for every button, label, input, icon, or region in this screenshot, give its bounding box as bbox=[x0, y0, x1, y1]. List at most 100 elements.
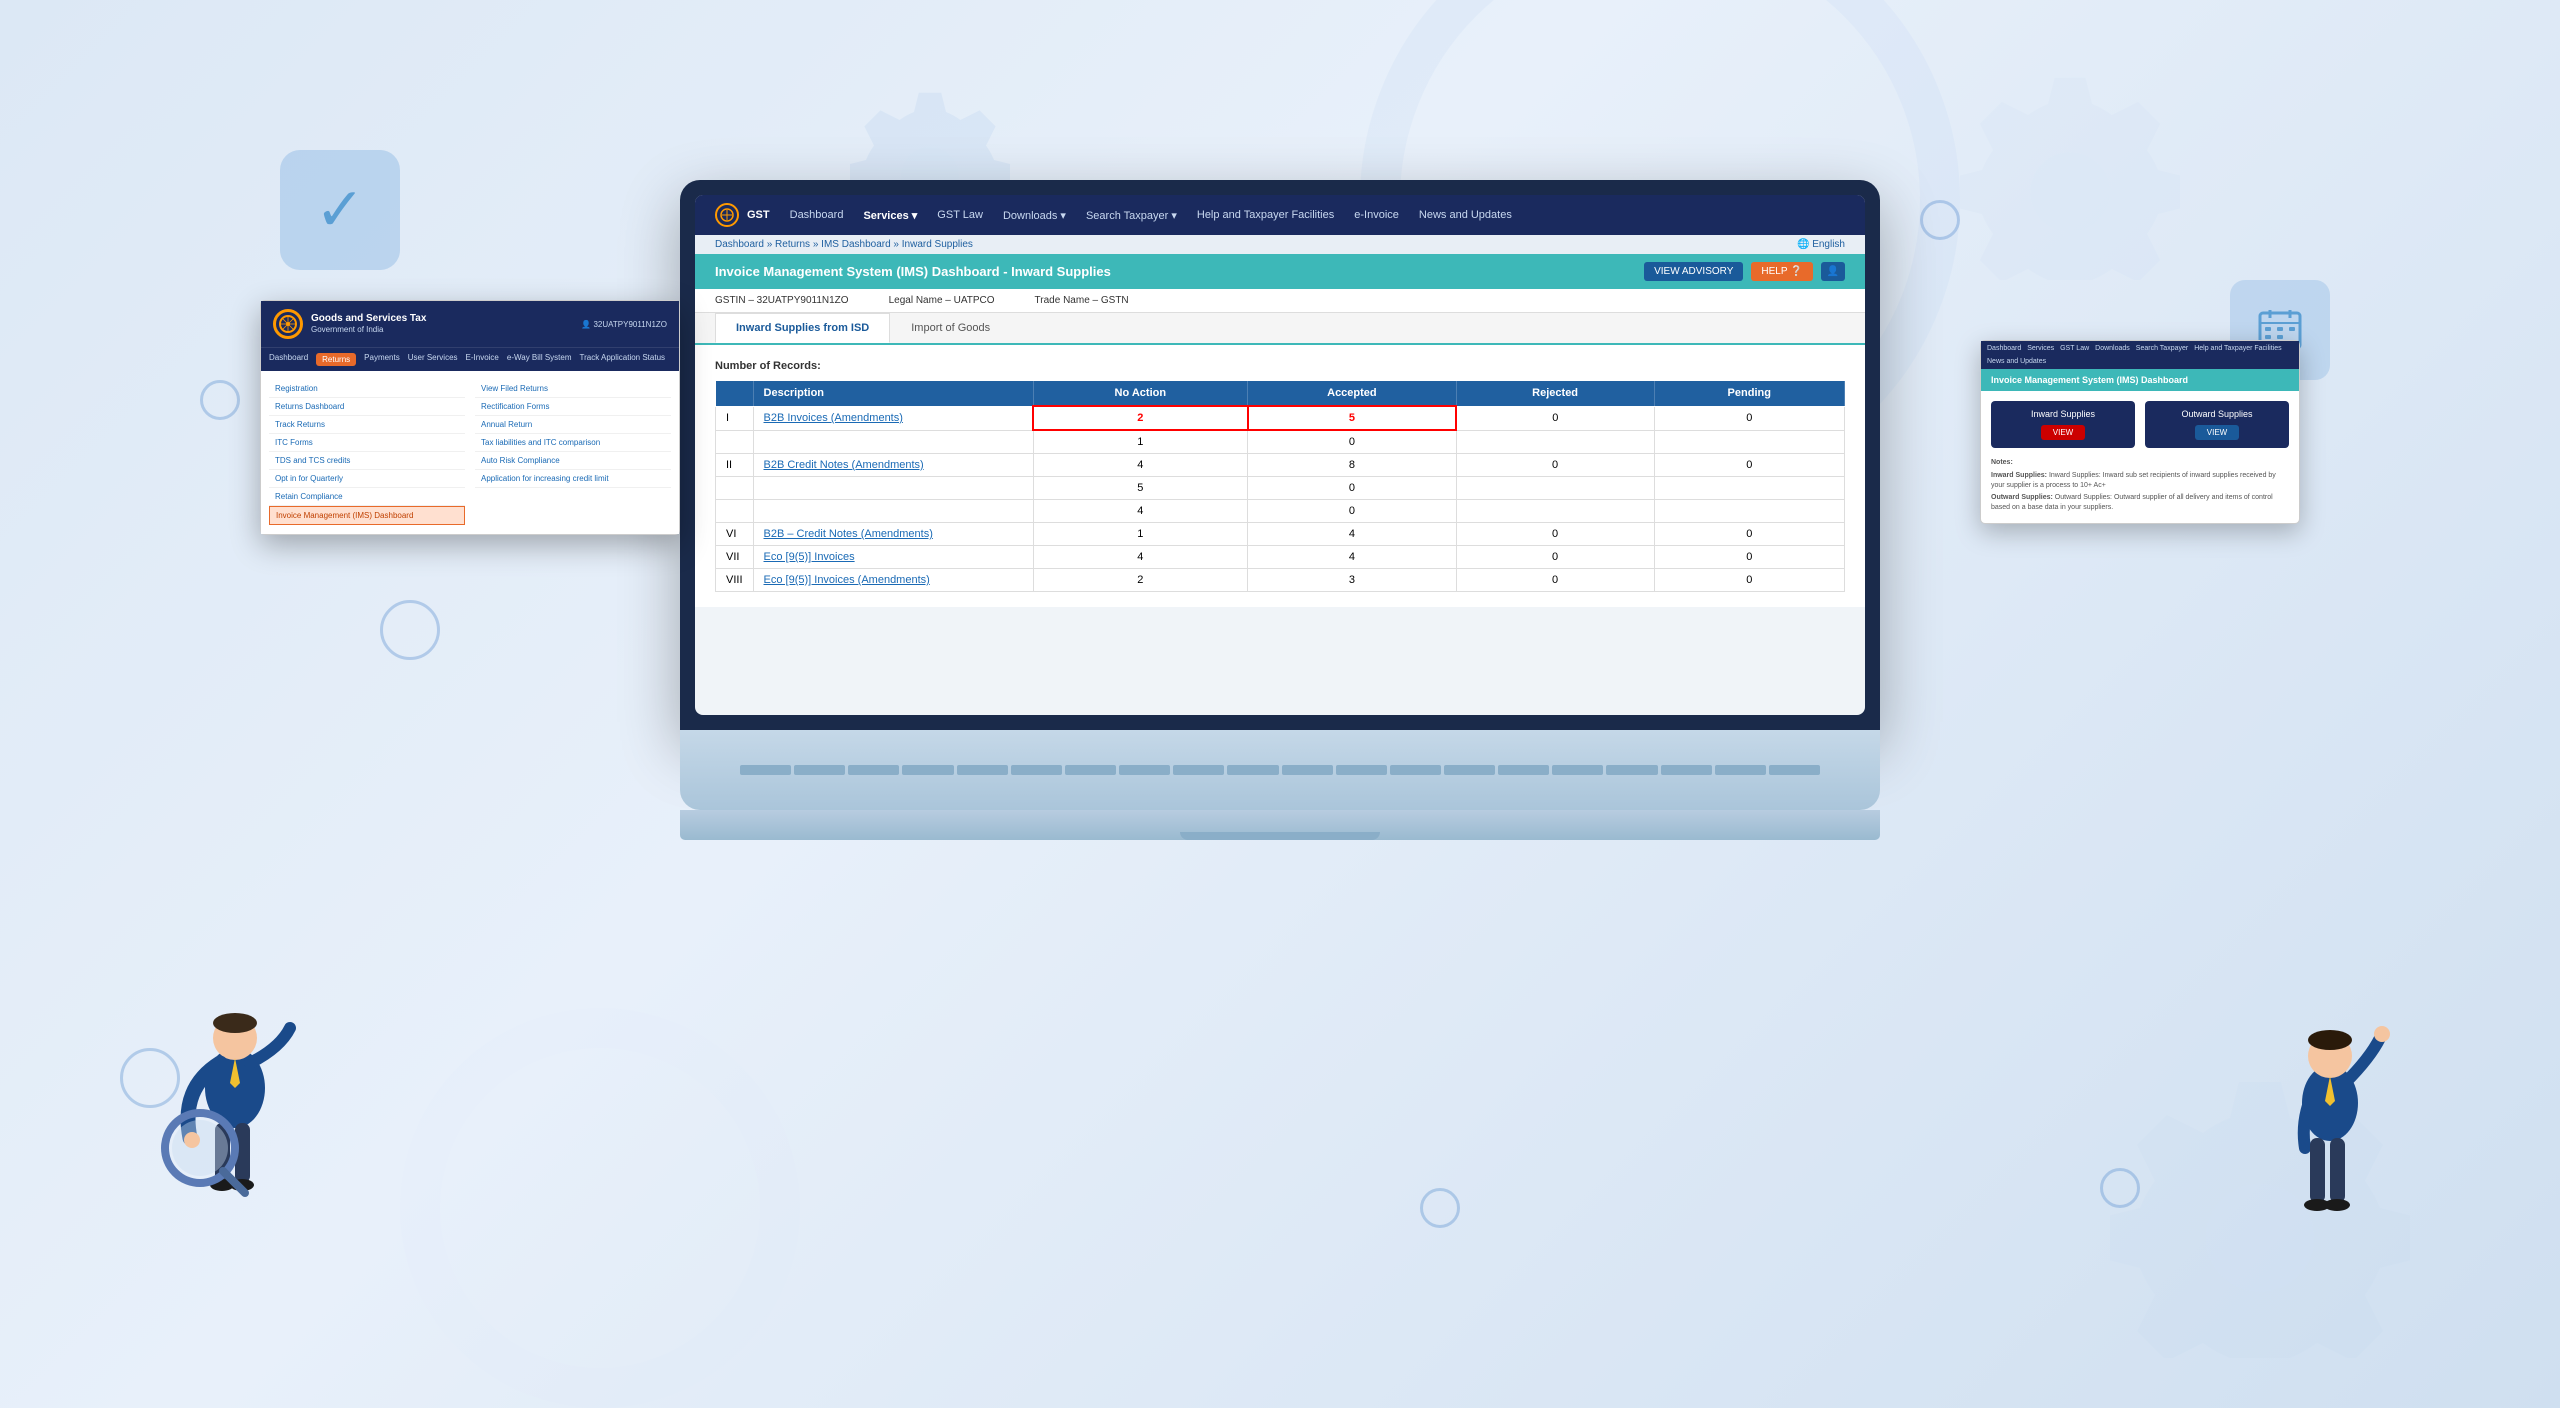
td-no-action: 4 bbox=[1033, 500, 1248, 523]
person-left-illustration bbox=[150, 888, 350, 1268]
popup-nav-payments[interactable]: Payments bbox=[364, 353, 400, 366]
popup-nav-dashboard[interactable]: Dashboard bbox=[269, 353, 308, 366]
td-no-action: 2 bbox=[1033, 569, 1248, 592]
checkmark-decoration: ✓ bbox=[280, 150, 400, 270]
ims-nav-news[interactable]: News and Updates bbox=[1987, 358, 2046, 365]
outward-note: Outward Supplies: Outward Supplies: Outw… bbox=[1991, 493, 2289, 513]
ims-small-popup: Dashboard Services GST Law Downloads Sea… bbox=[1980, 340, 2300, 524]
td-label bbox=[753, 477, 1033, 500]
laptop: GST Dashboard Services ▾ GST Law Downloa… bbox=[680, 180, 1880, 840]
td-no-action: 1 bbox=[1033, 430, 1248, 454]
td-accepted: 4 bbox=[1248, 546, 1457, 569]
dropdown-track-returns[interactable]: Track Returns bbox=[269, 416, 465, 434]
dropdown-itc-forms[interactable]: ITC Forms bbox=[269, 434, 465, 452]
dropdown-rectification[interactable]: Rectification Forms bbox=[475, 398, 671, 416]
td-rejected bbox=[1456, 500, 1654, 523]
ims-header: Invoice Management System (IMS) Dashboar… bbox=[695, 254, 1865, 289]
ims-nav-downloads[interactable]: Downloads bbox=[2095, 345, 2130, 352]
td-label[interactable]: B2B Credit Notes (Amendments) bbox=[753, 454, 1033, 477]
td-num bbox=[716, 477, 754, 500]
dropdown-opt-quarterly[interactable]: Opt in for Quarterly bbox=[269, 470, 465, 488]
dropdown-view-filed[interactable]: View Filed Returns bbox=[475, 380, 671, 398]
td-label[interactable]: Eco [9(5)] Invoices bbox=[753, 546, 1033, 569]
td-num: VIII bbox=[716, 569, 754, 592]
deco-circle-3 bbox=[2100, 1168, 2140, 1208]
table-row: VI B2B – Credit Notes (Amendments) 1 4 0… bbox=[716, 523, 1845, 546]
nav-search[interactable]: Search Taxpayer ▾ bbox=[1086, 209, 1177, 222]
tab-import-goods[interactable]: Import of Goods bbox=[890, 313, 1011, 343]
dropdown-auto-risk[interactable]: Auto Risk Compliance bbox=[475, 452, 671, 470]
dropdown-col-left: Registration Returns Dashboard Track Ret… bbox=[269, 380, 465, 525]
td-pending: 0 bbox=[1654, 523, 1845, 546]
nav-services[interactable]: Services ▾ bbox=[863, 209, 917, 222]
tab-inward-isd[interactable]: Inward Supplies from ISD bbox=[715, 313, 890, 343]
nav-news[interactable]: News and Updates bbox=[1419, 209, 1512, 221]
td-pending bbox=[1654, 430, 1845, 454]
table-row: 5 0 bbox=[716, 477, 1845, 500]
popup-nav-eway[interactable]: e-Way Bill System bbox=[507, 353, 572, 366]
inward-view-button[interactable]: VIEW bbox=[2041, 425, 2085, 440]
outward-view-button[interactable]: VIEW bbox=[2195, 425, 2239, 440]
td-num bbox=[716, 500, 754, 523]
td-pending: 0 bbox=[1654, 569, 1845, 592]
popup-dropdown: Registration Returns Dashboard Track Ret… bbox=[261, 371, 679, 534]
ims-nav-gst-law[interactable]: GST Law bbox=[2060, 345, 2089, 352]
td-label[interactable]: B2B Invoices (Amendments) bbox=[753, 406, 1033, 430]
nav-downloads[interactable]: Downloads ▾ bbox=[1003, 209, 1066, 222]
dropdown-annual-return[interactable]: Annual Return bbox=[475, 416, 671, 434]
td-no-action-highlighted: 2 bbox=[1033, 406, 1248, 430]
tab-bar: Inward Supplies from ISD Import of Goods bbox=[695, 313, 1865, 345]
td-accepted: 0 bbox=[1248, 500, 1457, 523]
ims-small-header: Invoice Management System (IMS) Dashboar… bbox=[1981, 369, 2299, 391]
td-accepted: 4 bbox=[1248, 523, 1457, 546]
table-row: VIII Eco [9(5)] Invoices (Amendments) 2 … bbox=[716, 569, 1845, 592]
popup-nav-track[interactable]: Track Application Status bbox=[580, 353, 666, 366]
td-pending: 0 bbox=[1654, 406, 1845, 430]
popup-nav-returns[interactable]: Returns bbox=[316, 353, 356, 366]
th-num bbox=[716, 381, 754, 407]
dropdown-col-right: View Filed Returns Rectification Forms A… bbox=[475, 380, 671, 525]
outward-supplies-label: Outward Supplies bbox=[2153, 409, 2281, 419]
td-rejected bbox=[1456, 430, 1654, 454]
td-accepted: 8 bbox=[1248, 454, 1457, 477]
popup-nav-user-services[interactable]: User Services bbox=[408, 353, 458, 366]
ims-nav-help[interactable]: Help and Taxpayer Facilities bbox=[2194, 345, 2281, 352]
number-of-records: Number of Records: bbox=[715, 360, 1845, 372]
records-table: Description No Action Accepted Rejected … bbox=[715, 380, 1845, 592]
popup-nav-einvoice[interactable]: E-Invoice bbox=[466, 353, 499, 366]
dropdown-tds-tcs[interactable]: TDS and TCS credits bbox=[269, 452, 465, 470]
dropdown-tax-liabilities[interactable]: Tax liabilities and ITC comparison bbox=[475, 434, 671, 452]
deco-circle-2 bbox=[380, 600, 440, 660]
ims-nav-dashboard[interactable]: Dashboard bbox=[1987, 345, 2021, 352]
dropdown-returns-dashboard[interactable]: Returns Dashboard bbox=[269, 398, 465, 416]
deco-circle-1 bbox=[200, 380, 240, 420]
td-no-action: 5 bbox=[1033, 477, 1248, 500]
th-no-action: No Action bbox=[1033, 381, 1248, 407]
gst-nav-bar: GST Dashboard Services ▾ GST Law Downloa… bbox=[695, 195, 1865, 235]
th-accepted: Accepted bbox=[1248, 381, 1457, 407]
user-icon[interactable]: 👤 bbox=[1821, 262, 1845, 281]
notes-title: Notes: bbox=[1991, 458, 2289, 468]
help-button[interactable]: HELP ❔ bbox=[1751, 262, 1812, 281]
dropdown-registration[interactable]: Registration bbox=[269, 380, 465, 398]
ims-card-inward: Inward Supplies VIEW bbox=[1991, 401, 2135, 448]
nav-gst-law[interactable]: GST Law bbox=[937, 209, 983, 221]
ims-nav-services[interactable]: Services bbox=[2027, 345, 2054, 352]
nav-help[interactable]: Help and Taxpayer Facilities bbox=[1197, 209, 1334, 221]
nav-dashboard[interactable]: Dashboard bbox=[790, 209, 844, 221]
nav-einvoice[interactable]: e-Invoice bbox=[1354, 209, 1399, 221]
td-label[interactable]: Eco [9(5)] Invoices (Amendments) bbox=[753, 569, 1033, 592]
ims-nav-search[interactable]: Search Taxpayer bbox=[2136, 345, 2188, 352]
dropdown-credit-limit[interactable]: Application for increasing credit limit bbox=[475, 470, 671, 488]
view-advisory-button[interactable]: VIEW ADVISORY bbox=[1644, 262, 1743, 281]
td-num: I bbox=[716, 406, 754, 430]
trade-name-label: Trade Name – GSTN bbox=[1035, 295, 1129, 306]
dropdown-section: Registration Returns Dashboard Track Ret… bbox=[261, 376, 679, 529]
laptop-screen-wrapper: GST Dashboard Services ▾ GST Law Downloa… bbox=[680, 180, 1880, 730]
td-num: II bbox=[716, 454, 754, 477]
dropdown-retain-compliance[interactable]: Retain Compliance bbox=[269, 488, 465, 506]
th-description: Description bbox=[753, 381, 1033, 407]
dropdown-ims-dashboard[interactable]: Invoice Management (IMS) Dashboard bbox=[269, 506, 465, 525]
td-label[interactable]: B2B – Credit Notes (Amendments) bbox=[753, 523, 1033, 546]
popup-logo: Goods and Services Tax Government of Ind… bbox=[273, 309, 426, 339]
